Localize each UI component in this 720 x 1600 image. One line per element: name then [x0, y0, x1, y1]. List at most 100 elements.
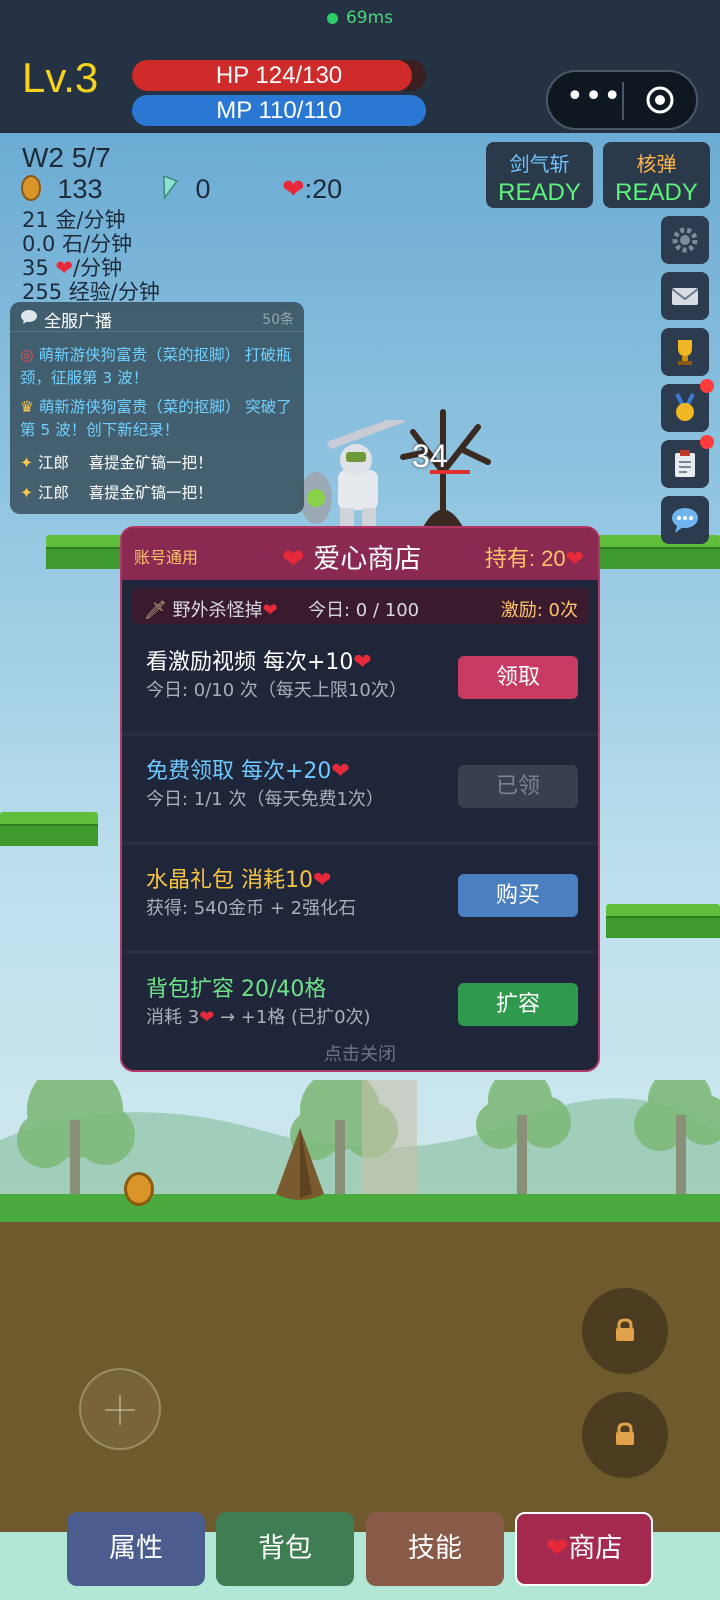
claim-button[interactable]: 领取	[458, 656, 578, 699]
item-title: 背包扩容 20/40格	[146, 977, 327, 1002]
account-tag: 账号通用	[134, 548, 199, 567]
online-dot-icon	[326, 12, 338, 24]
message-text: 萌新游侠狗富贵（菜的抠脚） 突破了第 5 波！创下新纪录！	[20, 398, 292, 439]
virtual-joystick[interactable]	[79, 1368, 161, 1450]
tab-shop[interactable]: ❤商店	[515, 1512, 653, 1586]
heart-icon: ❤	[331, 759, 350, 784]
platform	[0, 812, 98, 846]
skill-nuke-button[interactable]: 核弹 READY	[603, 142, 710, 208]
gem-counter: 0	[156, 174, 211, 205]
item-title: 看激励视频 每次+10❤	[146, 644, 372, 676]
broadcast-panel[interactable]: 全服广播 50条 ◎ 萌新游侠狗富贵（菜的抠脚） 打破瓶颈，征服第 3 波！ ♛…	[10, 302, 304, 514]
field-drop-label: 🗡 野外杀怪掉❤	[144, 596, 278, 622]
tasks-button[interactable]	[661, 435, 714, 488]
medal-button[interactable]	[661, 379, 714, 432]
hearts-held-text: 持有: 20	[484, 546, 566, 571]
miniprogram-capsule: •••	[546, 70, 698, 130]
chat-button[interactable]	[661, 496, 709, 544]
tab-bag[interactable]: 背包	[216, 1512, 354, 1586]
heart-icon: ❤	[199, 1007, 215, 1028]
heart-icon: ❤	[282, 544, 305, 575]
ping-value: 69ms	[345, 8, 394, 28]
expand-button[interactable]: 扩容	[458, 983, 578, 1026]
message-text: 喜提金矿镐一把！	[88, 484, 213, 502]
row-divider	[122, 732, 598, 736]
shop-title: ❤ 爱心商店	[282, 537, 421, 576]
drop-info-bar: 🗡 野外杀怪掉❤ 今日: 0 / 100 激励: 0次	[132, 588, 590, 624]
dagger-icon: 🗡	[144, 600, 167, 621]
trophy-icon: ♛	[20, 398, 34, 416]
broadcast-message: ✦ 江郎 喜提金矿镐一把！	[20, 452, 304, 475]
skill-sword-slash-button[interactable]: 剑气斩 READY	[486, 142, 593, 208]
broadcast-count: 50条	[262, 312, 294, 328]
gem-icon	[163, 175, 179, 200]
heart-icon: ❤	[545, 1533, 569, 1564]
chat-icon	[672, 508, 698, 533]
buy-button[interactable]: 购买	[458, 874, 578, 917]
gem-value: 0	[195, 174, 211, 204]
row-divider	[122, 841, 598, 845]
skill-state: READY	[615, 179, 698, 206]
player-level: Lv.3	[22, 54, 99, 101]
shop-header: 账号通用 ❤ 爱心商店 持有: 20❤	[122, 528, 598, 580]
capsule-divider	[622, 82, 624, 120]
message-text: 喜提金矿镐一把！	[88, 454, 213, 472]
more-options-button[interactable]: •••	[566, 82, 621, 116]
item-title: 免费领取 每次+20❤	[146, 753, 350, 785]
trophy-button[interactable]	[661, 328, 709, 376]
medal-icon	[675, 393, 695, 421]
tab-attributes[interactable]: 属性	[67, 1512, 205, 1586]
message-user: 江郎	[37, 454, 69, 472]
tab-skills[interactable]: 技能	[366, 1512, 504, 1586]
heart-icon: ❤	[262, 600, 278, 621]
gold-coin-drop[interactable]	[124, 1172, 154, 1206]
broadcast-message: ◎ 萌新游侠狗富贵（菜的抠脚） 打破瓶颈，征服第 3 波！	[20, 344, 304, 390]
mail-icon	[671, 288, 699, 305]
platform	[46, 535, 126, 569]
locked-skill-slot[interactable]	[582, 1392, 668, 1478]
shop-item-free-claim: 免费领取 每次+20❤ 今日: 1/1 次（每天免费1次） 已领	[122, 737, 598, 841]
item-title-text: 水晶礼包 消耗10	[146, 868, 313, 893]
chat-bubble-icon	[21, 310, 37, 324]
shop-item-crystal-pack: 水晶礼包 消耗10❤ 获得: 540金币 + 2强化石 购买	[122, 846, 598, 950]
heart-icon: ❤	[313, 868, 332, 893]
knight-player-sprite	[300, 420, 405, 528]
locked-skill-slot[interactable]	[582, 1288, 668, 1374]
background-hills	[0, 1080, 720, 1200]
broadcast-message: ♛ 萌新游侠狗富贵（菜的抠脚） 突破了第 5 波！创下新纪录！	[20, 396, 304, 442]
heart-value: :20	[304, 174, 343, 204]
heart-icon: ❤	[353, 650, 372, 675]
message-text: 萌新游侠狗富贵（菜的抠脚） 打破瓶颈，征服第 3 波！	[20, 346, 292, 387]
item-title: 水晶礼包 消耗10❤	[146, 862, 331, 894]
sparkle-icon: ✦	[20, 484, 33, 502]
settings-button[interactable]	[661, 216, 709, 264]
heart-icon: ❤	[282, 174, 305, 204]
heart-icon: ❤	[565, 546, 584, 571]
close-hint[interactable]: 点击关闭	[122, 1040, 598, 1066]
item-desc: 消耗 3❤ → +1格 (已扩0次)	[146, 1003, 371, 1029]
ping-indicator: 69ms	[0, 8, 720, 28]
shop-item-watch-video: 看激励视频 每次+10❤ 今日: 0/10 次（每天上限10次） 领取	[122, 628, 598, 732]
wave-progress: W2 5/7	[22, 142, 111, 173]
gold-counter: 133	[20, 174, 103, 205]
item-desc: 今日: 0/10 次（每天上限10次）	[146, 680, 407, 701]
claimed-button[interactable]: 已领	[458, 765, 578, 808]
heart-shop-modal: 账号通用 ❤ 爱心商店 持有: 20❤ 🗡 野外杀怪掉❤ 今日: 0 / 100…	[120, 526, 600, 1072]
sparkle-icon: ✦	[20, 454, 33, 472]
item-desc-pre: 消耗 3	[146, 1007, 200, 1028]
platform	[606, 904, 720, 938]
top-header: 69ms Lv.3 HP 124/130 MP 110/110 •••	[0, 0, 720, 133]
mail-button[interactable]	[661, 272, 709, 320]
hearts-held: 持有: 20❤	[485, 541, 584, 573]
row-divider	[122, 950, 598, 954]
broadcast-header: 全服广播 50条	[10, 302, 304, 332]
broadcast-message: ✦ 江郎 喜提金矿镐一把！	[20, 482, 304, 505]
gold-coin-icon	[21, 175, 41, 201]
incentive-count: 激励: 0次	[500, 600, 578, 621]
close-miniprogram-icon[interactable]	[644, 84, 676, 116]
hp-text: HP 124/130	[215, 62, 343, 89]
item-title-text: 免费领取 每次+20	[146, 759, 332, 784]
tab-shop-label: 商店	[568, 1533, 623, 1564]
skill-name: 剑气斩	[509, 152, 570, 176]
gear-icon	[672, 227, 698, 253]
